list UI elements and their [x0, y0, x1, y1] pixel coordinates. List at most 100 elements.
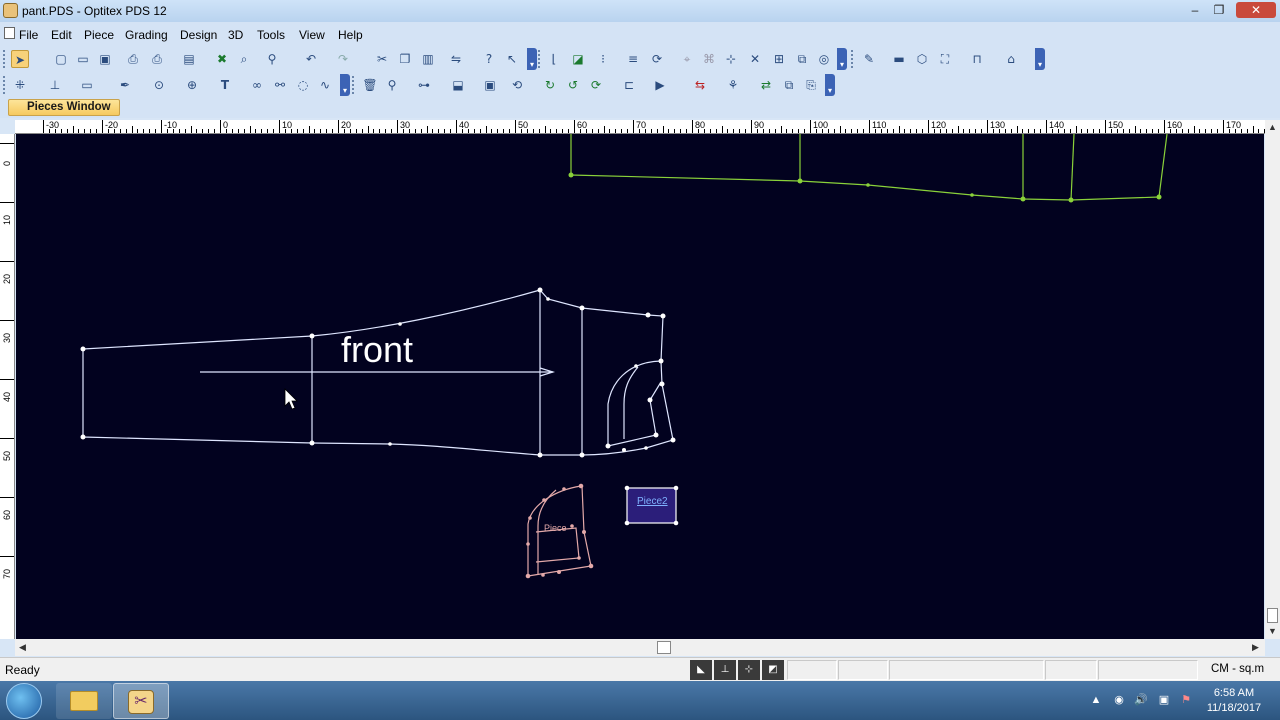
snap-icon[interactable]: ⊥ [714, 660, 736, 680]
notch-icon[interactable]: ⊞ [770, 50, 788, 68]
circle-icon[interactable]: ◎ [815, 50, 833, 68]
scroll-down-icon[interactable]: ▼ [1268, 626, 1277, 636]
rotate-ccw-icon[interactable]: ↺ [564, 76, 582, 94]
rotate-icon[interactable]: ⟳ [648, 50, 666, 68]
display-icon[interactable]: ◩ [762, 660, 784, 680]
frame-icon[interactable]: ⧉ [793, 50, 811, 68]
ruler-icon[interactable]: ▬ [890, 50, 908, 68]
needle-icon[interactable]: ⚲ [383, 76, 401, 94]
cut-line-icon[interactable]: ⊶ [415, 76, 433, 94]
sheet-icon[interactable]: ▤ [180, 50, 198, 68]
copy-icon[interactable]: ❐ [396, 50, 414, 68]
menu-view[interactable]: View [299, 28, 325, 42]
curve-icon[interactable]: ⌊ [545, 50, 563, 68]
menu-file[interactable]: File [19, 28, 38, 42]
copy-piece-icon[interactable]: ⧉ [780, 76, 798, 94]
menu-tools[interactable]: Tools [257, 28, 285, 42]
show-hidden-icons[interactable]: ▲ [1089, 693, 1103, 707]
lasso-icon[interactable]: ◌ [294, 76, 312, 94]
scroll-up-icon[interactable]: ▲ [1268, 122, 1277, 132]
volume-icon[interactable]: 🔊 [1134, 693, 1148, 707]
delete-icon[interactable]: 🗑 [361, 76, 379, 94]
link-tool-icon[interactable]: ⚯ [271, 76, 289, 94]
stitch-icon[interactable]: ⚘ [724, 76, 742, 94]
layout-icon[interactable]: ⊓ [968, 50, 986, 68]
menu-3d[interactable]: 3D [228, 28, 243, 42]
circle-tool-icon[interactable]: ⊙ [150, 76, 168, 94]
pen-icon[interactable]: ✎ [860, 50, 878, 68]
piece-icon[interactable]: ⬡ [913, 50, 931, 68]
grid-points-icon[interactable]: ⁝ [594, 50, 612, 68]
rotate-cw-icon[interactable]: ↻ [541, 76, 559, 94]
print-preview-icon[interactable]: ⎙ [148, 50, 166, 68]
pieces-window-tab[interactable]: Pieces Window [8, 99, 120, 116]
chain-tool-icon[interactable]: ∞ [248, 76, 266, 94]
record-icon[interactable]: ◉ [1112, 693, 1126, 707]
horizontal-scrollbar[interactable]: ◀ ▶ [15, 639, 1265, 656]
grid-icon[interactable]: ⊹ [738, 660, 760, 680]
cut-piece-icon[interactable]: ⛶ [936, 50, 954, 68]
save-icon[interactable]: ▣ [96, 50, 114, 68]
print-icon[interactable]: ⎙ [124, 50, 142, 68]
paste-icon[interactable]: ▥ [419, 50, 437, 68]
add-point-icon[interactable]: ⁜ [11, 76, 29, 94]
select-arrow-icon[interactable]: ➤ [11, 50, 29, 68]
play-icon[interactable]: ▶ [651, 76, 669, 94]
document-icon[interactable] [4, 27, 15, 39]
swap-icon[interactable]: ⇆ [691, 76, 709, 94]
optitex-taskbar-button[interactable]: ✂ [113, 683, 169, 719]
point-tool-icon[interactable]: ⊥ [46, 76, 64, 94]
vertical-scrollbar[interactable]: ▲ ▼ [1265, 120, 1280, 639]
front-piece[interactable] [80, 287, 676, 458]
piece-frame-icon[interactable]: ▣ [481, 76, 499, 94]
network-icon[interactable]: ▣ [1157, 693, 1171, 707]
text-tool-icon[interactable]: T [216, 76, 234, 94]
redo-icon[interactable]: ↷ [334, 50, 352, 68]
excel-icon[interactable]: ✖ [213, 50, 231, 68]
scroll-right-icon[interactable]: ▶ [1252, 642, 1259, 653]
seam-icon[interactable]: ⊏ [620, 76, 638, 94]
measure-icon[interactable]: ⌖ [678, 50, 696, 68]
vertical-scroll-thumb[interactable] [1267, 608, 1278, 623]
rectangle-tool-icon[interactable]: ▭ [78, 76, 96, 94]
menu-piece[interactable]: Piece [84, 28, 114, 42]
pattern-drawing[interactable]: front Piece Piece2 [16, 134, 1264, 639]
pleat-icon[interactable]: ⊹ [722, 50, 740, 68]
align-icon[interactable]: ≡ [624, 50, 642, 68]
piece-rotate-icon[interactable]: ⟲ [508, 76, 526, 94]
refresh-icon[interactable]: ⟳ [587, 76, 605, 94]
new-file-icon[interactable]: ▢ [52, 50, 70, 68]
close-button[interactable]: ✕ [1236, 2, 1276, 18]
dart-icon[interactable]: ✕ [746, 50, 764, 68]
menu-help[interactable]: Help [338, 28, 363, 42]
find-replace-icon[interactable]: ⌕ [235, 50, 253, 68]
scroll-left-icon[interactable]: ◀ [19, 642, 26, 653]
mirror-icon[interactable]: ⇋ [447, 50, 465, 68]
green-piece[interactable] [568, 134, 1168, 203]
zoom-icon[interactable]: ⚲ [263, 50, 281, 68]
fold-icon[interactable]: ⌘ [700, 50, 718, 68]
restore-button[interactable]: ❐ [1208, 2, 1230, 18]
target-tool-icon[interactable]: ⊕ [183, 76, 201, 94]
horizontal-scroll-thumb[interactable] [657, 641, 671, 654]
export-icon[interactable]: ⎘ [802, 76, 820, 94]
spline-icon[interactable]: ∿ [316, 76, 334, 94]
minimize-button[interactable]: – [1184, 2, 1206, 18]
slope-icon[interactable]: ◪ [569, 50, 587, 68]
clock[interactable]: 6:58 AM 11/18/2017 [1200, 686, 1268, 716]
file-explorer-button[interactable] [56, 683, 112, 719]
menu-edit[interactable]: Edit [51, 28, 72, 42]
help-icon[interactable]: ? [480, 50, 498, 68]
whats-this-icon[interactable]: ↖ [503, 50, 521, 68]
pen-tool-icon[interactable]: ✒ [116, 76, 134, 94]
undo-icon[interactable]: ↶ [302, 50, 320, 68]
shape-icon[interactable]: ⌂ [1002, 50, 1020, 68]
drawing-canvas[interactable]: front Piece Piece2 [16, 134, 1264, 639]
measure-icon[interactable]: ◣ [690, 660, 712, 680]
merge-icon[interactable]: ⇄ [757, 76, 775, 94]
cut-icon[interactable]: ✂ [373, 50, 391, 68]
menu-grading[interactable]: Grading [125, 28, 168, 42]
start-button[interactable] [6, 683, 42, 719]
open-folder-icon[interactable]: ▭ [74, 50, 92, 68]
action-center-icon[interactable]: ⚑ [1179, 693, 1193, 707]
